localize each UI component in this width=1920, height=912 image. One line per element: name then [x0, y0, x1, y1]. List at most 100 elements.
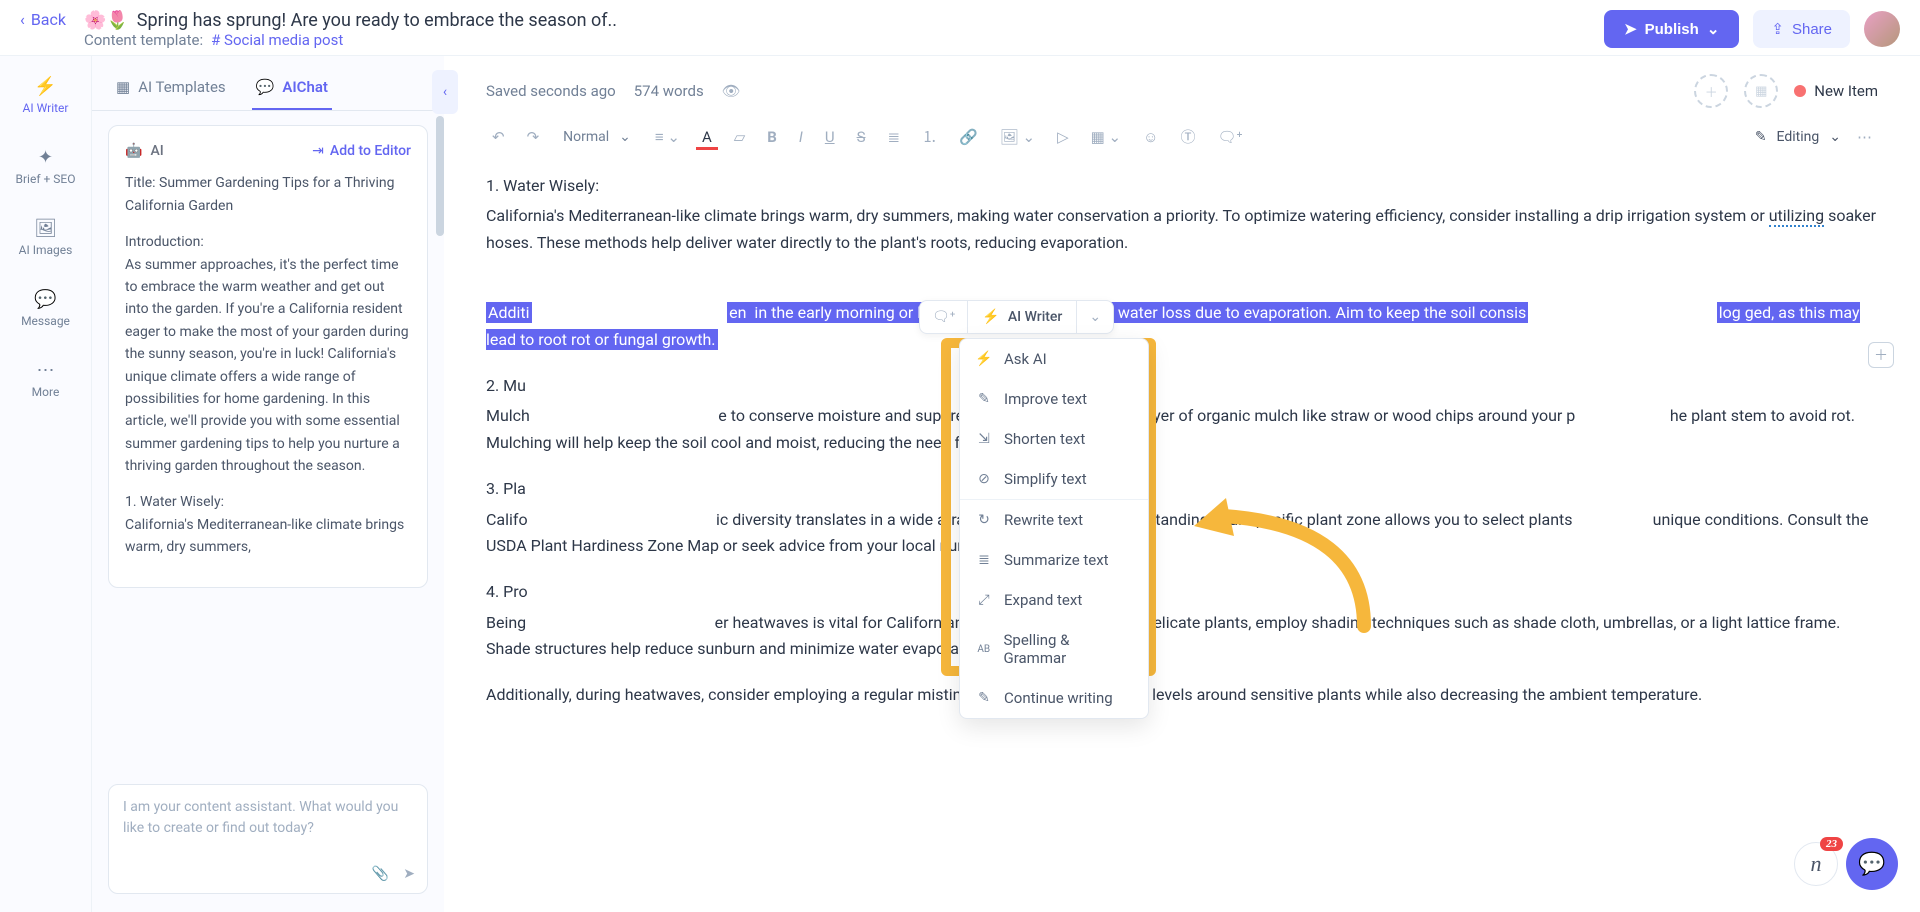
add-comment-button[interactable]: ＋ — [1868, 342, 1894, 368]
message-icon: 💬 — [34, 289, 56, 310]
menu-continue-writing[interactable]: ✎Continue writing — [960, 678, 1148, 718]
plus-icon: ＋ — [1874, 345, 1888, 365]
ai-writer-menu: ⚡Ask AI ✎Improve text ⇲Shorten text ⊘Sim… — [959, 338, 1149, 719]
intro-body: As summer approaches, it's the perfect t… — [125, 257, 409, 475]
link-button[interactable]: 🔗 — [953, 124, 984, 150]
attach-icon[interactable]: 📎 — [372, 864, 389, 885]
nav-message[interactable]: 💬 Message — [17, 283, 74, 334]
table-button[interactable]: ▦ ⌄ — [1085, 124, 1127, 150]
redo-button[interactable]: ↷ — [521, 124, 546, 150]
bolt-icon: ⚡ — [982, 309, 999, 325]
image-button[interactable]: 🖼 ⌄ — [994, 124, 1041, 150]
nav-ai-images[interactable]: 🖼 AI Images — [15, 212, 77, 263]
style-select[interactable]: Normal ⌄ — [555, 125, 639, 149]
menu-improve-text[interactable]: ✎Improve text — [960, 379, 1148, 419]
back-link[interactable]: ‹ Back — [20, 10, 66, 29]
menu-shorten-text[interactable]: ⇲Shorten text — [960, 419, 1148, 459]
menu-simplify-text[interactable]: ⊘Simplify text — [960, 459, 1148, 499]
image-icon: 🖼 — [34, 218, 57, 239]
publish-button[interactable]: ➤ Publish ⌄ — [1604, 10, 1739, 48]
new-item-label: New Item — [1814, 82, 1878, 100]
text-selection: Additi — [486, 302, 532, 323]
italic-button[interactable]: I — [793, 124, 809, 150]
bold-button[interactable]: B — [761, 124, 783, 150]
upload-icon: ⇪ — [1771, 20, 1784, 38]
share-label: Share — [1792, 21, 1832, 38]
text-selection: in the early morning or late evening hel… — [748, 302, 1528, 323]
intercom-chat-button[interactable]: 💬 — [1846, 838, 1898, 890]
numbered-list-button[interactable]: ⒈ — [916, 122, 943, 151]
nav-label: AI Writer — [23, 101, 69, 115]
template-link[interactable]: # Social media post — [211, 31, 343, 49]
nav-ai-writer[interactable]: ⚡ AI Writer — [19, 70, 73, 121]
chevron-down-icon[interactable]: ⌄ — [1076, 301, 1113, 333]
ai-label: AI — [150, 140, 163, 162]
card-sec1-body: California's Mediterranean-like climate … — [125, 517, 404, 555]
editing-mode-select[interactable]: ✎ Editing ⌄ — [1755, 129, 1841, 145]
notes-floating-button[interactable]: n 23 — [1794, 842, 1838, 886]
menu-ask-ai[interactable]: ⚡Ask AI — [960, 339, 1148, 379]
underline-button[interactable]: U — [819, 124, 841, 150]
title-emoji: 🌸🌷 — [84, 10, 129, 31]
nav-brief-seo[interactable]: ✦ Brief + SEO — [12, 141, 80, 192]
saved-status: Saved seconds ago — [486, 82, 616, 100]
tab-ai-templates[interactable]: ▦ AI Templates — [112, 70, 230, 110]
nav-more[interactable]: ⋯ More — [28, 354, 64, 405]
menu-spelling-grammar[interactable]: ABSpelling & Grammar — [960, 620, 1148, 678]
target-icon: ✦ — [38, 147, 53, 168]
user-avatar[interactable] — [1864, 11, 1900, 47]
editor-area: Saved seconds ago 574 words 👁 ＋ ▦ New It… — [444, 56, 1920, 912]
clear-format-button[interactable]: Ⓣ — [1174, 122, 1201, 151]
page-title: Spring has sprung! Are you ready to embr… — [137, 10, 617, 31]
video-button[interactable]: ▷ — [1051, 124, 1075, 150]
share-button[interactable]: ⇪ Share — [1753, 10, 1850, 48]
comment-button[interactable]: 🗨⁺ — [1211, 124, 1248, 150]
section-title: 4. Pro — [486, 579, 1878, 605]
chat-placeholder: I am your content assistant. What would … — [123, 799, 398, 836]
add-comment-icon[interactable]: 🗨⁺ — [920, 301, 968, 333]
tab-ai-chat[interactable]: 💬 AIChat — [252, 70, 332, 110]
style-label: Normal — [563, 129, 609, 145]
nav-label: Brief + SEO — [16, 172, 76, 186]
eye-icon[interactable]: 👁 — [722, 82, 741, 100]
undo-button[interactable]: ↶ — [486, 124, 511, 150]
add-image-placeholder[interactable]: ▦ — [1744, 74, 1778, 108]
card-sec1-title: 1. Water Wisely: — [125, 494, 224, 510]
panel-scrollbar[interactable] — [436, 116, 444, 236]
nav-rail: ⚡ AI Writer ✦ Brief + SEO 🖼 AI Images 💬 … — [0, 56, 92, 912]
collapse-panel-button[interactable]: ‹ — [432, 70, 458, 114]
image-plus-icon: ▦ — [1755, 84, 1767, 99]
add-to-editor-button[interactable]: ⇥ Add to Editor — [312, 140, 411, 162]
send-icon[interactable]: ➤ — [403, 864, 415, 885]
insert-icon: ⇥ — [312, 140, 324, 162]
highlight-button[interactable]: ▱ — [728, 124, 752, 150]
send-icon: ➤ — [1624, 20, 1637, 38]
chat-bubble-icon: 💬 — [1858, 852, 1885, 877]
add-user-placeholder[interactable]: ＋ — [1694, 74, 1728, 108]
back-label: Back — [31, 10, 66, 29]
align-button[interactable]: ≡ ⌄ — [649, 124, 686, 150]
chevron-down-icon: ⌄ — [1829, 129, 1841, 145]
bullet-list-button[interactable]: ≣ — [881, 124, 906, 150]
strike-button[interactable]: S — [851, 124, 872, 150]
templates-icon: ▦ — [116, 78, 130, 96]
pencil-icon: ✎ — [1755, 129, 1767, 145]
text-color-button[interactable]: A — [696, 124, 718, 150]
chat-input[interactable]: I am your content assistant. What would … — [108, 784, 428, 894]
new-item-pill[interactable]: New Item — [1794, 82, 1878, 100]
circle-slash-icon: ⊘ — [976, 471, 992, 487]
menu-summarize-text[interactable]: ≣Summarize text — [960, 540, 1148, 580]
ai-writer-pill[interactable]: 🗨⁺ ⚡ AI Writer ⌄ — [919, 300, 1114, 334]
menu-expand-text[interactable]: ⤢Expand text — [960, 580, 1148, 620]
emoji-button[interactable]: ☺ — [1137, 124, 1164, 150]
menu-rewrite-text[interactable]: ↻Rewrite text — [960, 500, 1148, 540]
ai-response-card: 🤖 AI ⇥ Add to Editor Title: Summer Garde… — [108, 125, 428, 588]
intro-label: Introduction: — [125, 234, 204, 250]
more-toolbar-button[interactable]: ⋯ — [1851, 124, 1878, 150]
document-body[interactable]: 1. Water Wisely: California's Mediterran… — [444, 163, 1920, 912]
chevron-left-icon: ‹ — [20, 10, 25, 29]
section-title: 3. Pla — [486, 476, 1878, 502]
more-icon: ⋯ — [36, 360, 54, 381]
chat-icon: 💬 — [256, 78, 275, 96]
pencil-icon: ✎ — [976, 391, 992, 407]
